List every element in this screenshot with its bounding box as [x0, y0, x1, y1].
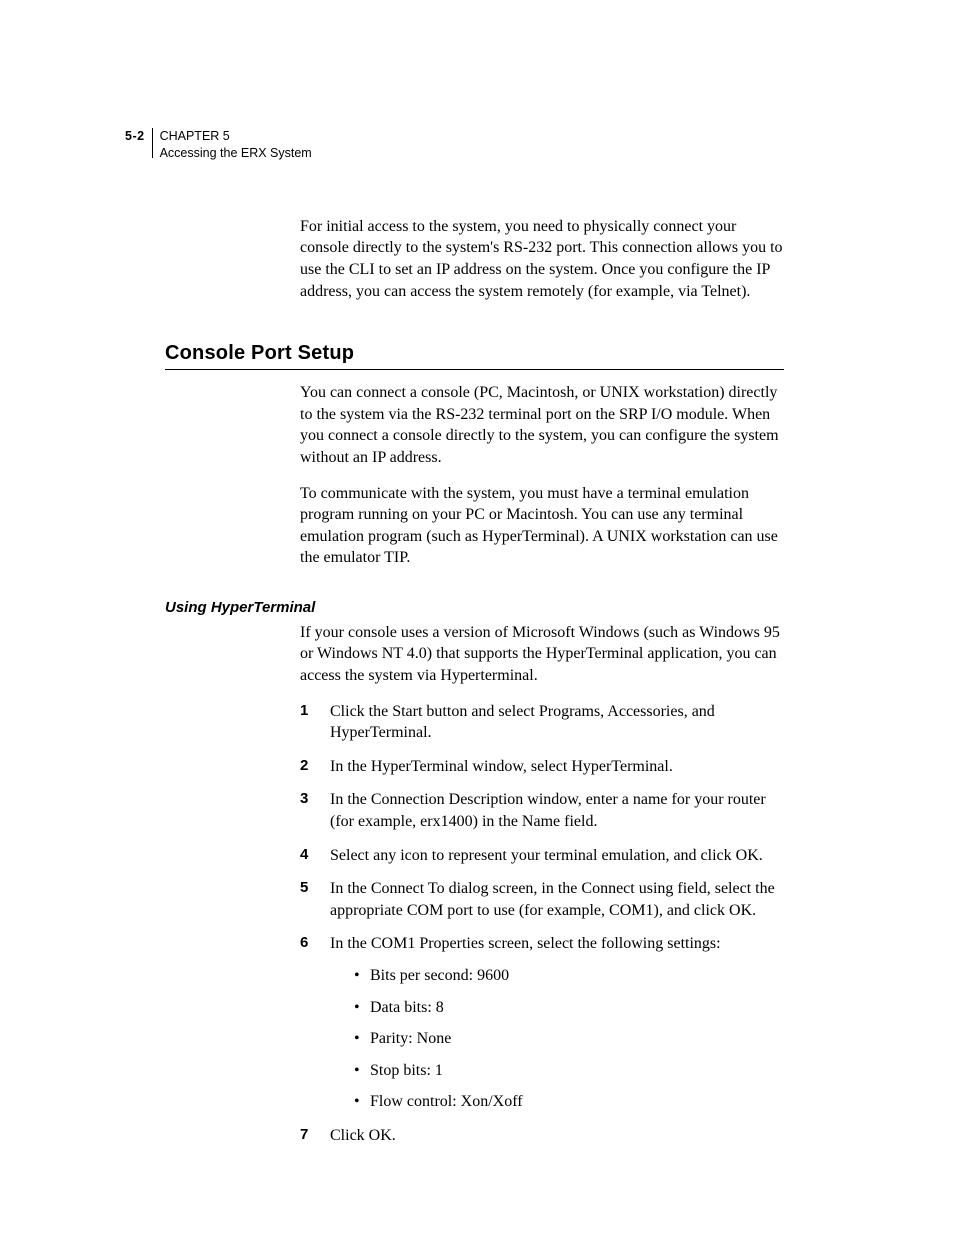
setting-item: Data bits: 8 — [350, 997, 784, 1019]
step-item: In the Connect To dialog screen, in the … — [300, 878, 784, 921]
section-rule — [165, 369, 784, 370]
chapter-label: CHAPTER 5 — [160, 129, 230, 143]
step-item: Click the Start button and select Progra… — [300, 701, 784, 744]
header-text: CHAPTER 5 Accessing the ERX System — [160, 128, 312, 162]
header-divider — [152, 128, 153, 158]
subsection-heading: Using HyperTerminal — [165, 599, 784, 616]
step-item: In the Connection Description window, en… — [300, 789, 784, 832]
section-paragraph-2: To communicate with the system, you must… — [300, 483, 784, 569]
step-item: Click OK. — [300, 1125, 784, 1147]
chapter-title: Accessing the ERX System — [160, 146, 312, 160]
settings-list: Bits per second: 9600 Data bits: 8 Parit… — [350, 965, 784, 1113]
intro-paragraph: For initial access to the system, you ne… — [300, 216, 784, 302]
running-header: 5-2 CHAPTER 5 Accessing the ERX System — [125, 128, 784, 162]
setting-item: Parity: None — [350, 1028, 784, 1050]
step-text: In the COM1 Properties screen, select th… — [330, 935, 721, 952]
setting-item: Bits per second: 9600 — [350, 965, 784, 987]
section-heading: Console Port Setup — [165, 342, 784, 365]
setting-item: Stop bits: 1 — [350, 1060, 784, 1082]
setting-item: Flow control: Xon/Xoff — [350, 1091, 784, 1113]
subsection-intro: If your console uses a version of Micros… — [300, 622, 784, 687]
steps-list: Click the Start button and select Progra… — [300, 701, 784, 1147]
step-item: In the COM1 Properties screen, select th… — [300, 933, 784, 1113]
page-number: 5-2 — [125, 128, 145, 145]
page-content: 5-2 CHAPTER 5 Accessing the ERX System F… — [0, 0, 954, 1219]
step-item: Select any icon to represent your termin… — [300, 845, 784, 867]
section-paragraph-1: You can connect a console (PC, Macintosh… — [300, 382, 784, 468]
step-item: In the HyperTerminal window, select Hype… — [300, 756, 784, 778]
